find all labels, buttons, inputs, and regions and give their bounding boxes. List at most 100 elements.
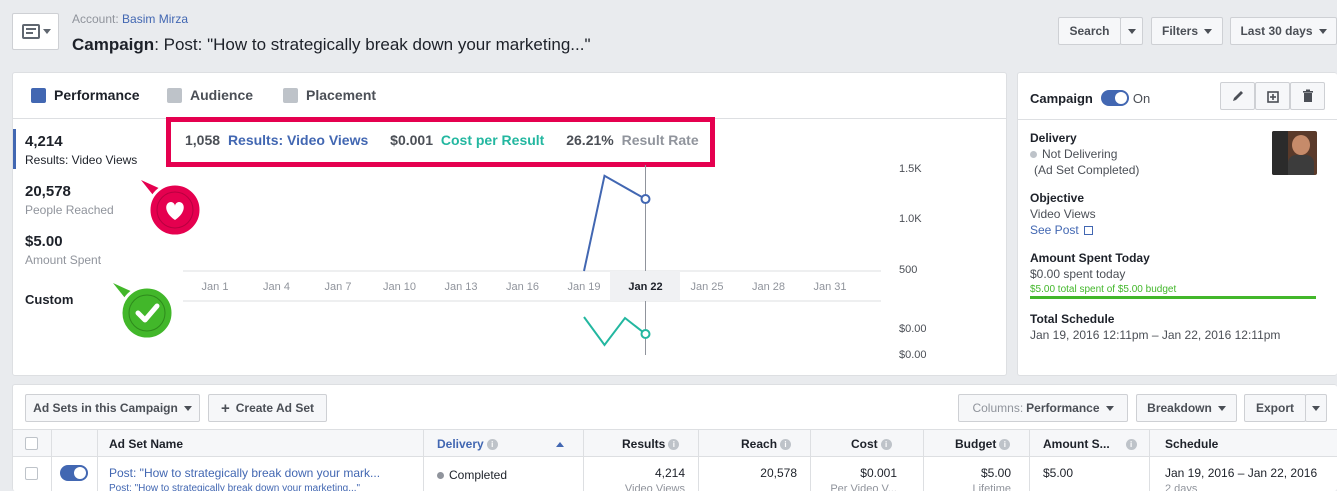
report-menu-icon xyxy=(22,24,51,39)
results-series-line xyxy=(583,174,646,272)
duplicate-button[interactable] xyxy=(1255,82,1290,110)
x-tick-label: Jan 25 xyxy=(690,281,724,293)
x-tick-label: Jan 31 xyxy=(813,281,847,293)
row-budget: $5.00 xyxy=(980,466,1011,480)
row-cost: $0.001 xyxy=(860,466,897,480)
info-icon: i xyxy=(668,439,680,451)
campaign-toggle[interactable] xyxy=(1100,90,1129,106)
export-label: Export xyxy=(1255,401,1294,415)
adsets-dropdown-button[interactable]: Ad Sets in this Campaign xyxy=(25,394,200,422)
account-label: Account: xyxy=(72,12,119,26)
row-schedule: Jan 19, 2016 – Jan 22, 2016 xyxy=(1165,466,1318,480)
row-name-sub[interactable]: Post: "How to strategically break down y… xyxy=(109,483,360,491)
col-header-schedule[interactable]: Schedule xyxy=(1165,430,1218,458)
campaign-label: Campaign xyxy=(72,35,155,54)
delivery-status-text: Not Delivering xyxy=(1042,147,1118,161)
col-header-cost[interactable]: Cost i xyxy=(851,430,892,458)
filters-button[interactable]: Filters xyxy=(1151,17,1223,45)
objective-title: Objective xyxy=(1030,191,1085,205)
info-icon: i xyxy=(780,439,792,451)
breakdown-button[interactable]: Breakdown xyxy=(1136,394,1237,422)
filters-label: Filters xyxy=(1161,24,1198,38)
chevron-down-icon xyxy=(1312,405,1320,411)
schedule-value: Jan 19, 2016 12:11pm – Jan 22, 2016 12:1… xyxy=(1030,328,1281,342)
col-budget-label: Budget xyxy=(955,437,997,451)
info-icon: i xyxy=(999,439,1011,451)
y-tick-upper-2: 500 xyxy=(899,264,918,276)
see-post-label: See Post xyxy=(1030,223,1079,237)
table-row[interactable]: Post: "How to strategically break down y… xyxy=(13,457,1337,491)
performance-panel: Performance Audience Placement 4,214 Res… xyxy=(12,72,1007,376)
post-thumbnail[interactable] xyxy=(1272,131,1317,175)
search-dropdown-button[interactable] xyxy=(1120,17,1143,45)
x-tick-label: Jan 19 xyxy=(567,281,601,293)
status-dot-icon xyxy=(1030,151,1037,158)
col-amount-label: Amount S... xyxy=(1043,437,1110,451)
x-tick-label: Jan 13 xyxy=(444,281,478,293)
col-header-amount[interactable]: Amount S... i xyxy=(1043,430,1137,458)
col-header-budget[interactable]: Budget i xyxy=(955,430,1011,458)
delivery-title: Delivery xyxy=(1030,131,1077,145)
campaign-info-panel: Campaign On Delivery Not Delivering (Ad … xyxy=(1017,72,1337,376)
budget-progress-track xyxy=(1030,296,1316,299)
col-header-results[interactable]: Results i xyxy=(622,430,680,458)
x-tick-label: Jan 22 xyxy=(628,281,663,293)
x-tick-label: Jan 7 xyxy=(324,281,352,293)
y-tick-upper-0: 1.5K xyxy=(899,163,922,175)
page-title: Campaign: Post: "How to strategically br… xyxy=(72,35,591,55)
export-button[interactable]: Export xyxy=(1244,394,1306,422)
select-all-checkbox[interactable] xyxy=(25,437,38,450)
col-header-reach[interactable]: Reach i xyxy=(741,430,792,458)
row-reach: 20,578 xyxy=(760,466,797,480)
results-highlight-point[interactable] xyxy=(640,194,651,205)
row-name-link[interactable]: Post: "How to strategically break down y… xyxy=(109,466,380,480)
create-ad-set-button[interactable]: + Create Ad Set xyxy=(208,394,327,422)
adsets-dropdown-label: Ad Sets in this Campaign xyxy=(33,401,178,415)
col-delivery-label: Delivery xyxy=(437,437,484,451)
delivery-note: (Ad Set Completed) xyxy=(1034,163,1140,177)
y-tick-upper-1: 1.0K xyxy=(899,213,922,225)
export-dropdown-button[interactable] xyxy=(1305,394,1327,422)
y-tick-lower-0: $0.00 xyxy=(899,323,927,335)
date-range-label: Last 30 days xyxy=(1240,24,1313,38)
performance-chart xyxy=(183,165,881,355)
toggle-state-label: On xyxy=(1132,90,1151,106)
delete-button[interactable] xyxy=(1290,82,1325,110)
campaign-panel-title: Campaign xyxy=(1030,90,1093,106)
info-icon: i xyxy=(486,439,498,451)
date-range-button[interactable]: Last 30 days xyxy=(1230,17,1337,45)
amount-title: Amount Spent Today xyxy=(1030,251,1150,265)
search-button[interactable]: Search xyxy=(1058,17,1121,45)
cost-highlight-point[interactable] xyxy=(640,329,651,339)
row-delivery-text: Completed xyxy=(449,468,508,482)
see-post-link[interactable]: See Post xyxy=(1030,223,1094,237)
toggle-knob xyxy=(74,467,86,479)
columns-button[interactable]: Columns: Performance xyxy=(958,394,1128,422)
chevron-down-icon xyxy=(1318,28,1327,34)
col-reach-label: Reach xyxy=(741,437,778,451)
sort-asc-icon xyxy=(555,442,564,448)
edit-button[interactable] xyxy=(1220,82,1255,110)
account-name-link[interactable]: Basim Mirza xyxy=(122,12,188,26)
row-toggle[interactable] xyxy=(60,465,88,481)
row-checkbox[interactable] xyxy=(25,467,38,480)
search-label: Search xyxy=(1069,24,1110,38)
chevron-down-icon xyxy=(183,405,192,411)
objective-value: Video Views xyxy=(1030,207,1096,221)
external-link-icon xyxy=(1084,226,1094,236)
col-header-delivery[interactable]: Delivery i xyxy=(437,430,564,458)
col-header-name[interactable]: Ad Set Name xyxy=(109,430,183,458)
row-amount: $5.00 xyxy=(1043,466,1074,480)
row-cost-sub: Per Video V... xyxy=(830,483,897,491)
row-delivery: Completed xyxy=(437,468,507,482)
status-dot-icon xyxy=(437,472,444,479)
x-tick-label: Jan 10 xyxy=(382,281,417,293)
campaign-menu-button[interactable] xyxy=(12,13,59,50)
toggle-knob xyxy=(1114,92,1127,104)
chevron-down-icon xyxy=(1127,28,1136,34)
row-results: 4,214 xyxy=(654,466,685,480)
x-tick-label: Jan 28 xyxy=(751,281,786,293)
campaign-title: : Post: "How to strategically break down… xyxy=(154,35,591,54)
breakdown-label: Breakdown xyxy=(1147,401,1212,415)
create-ad-set-label: Create Ad Set xyxy=(235,401,314,415)
